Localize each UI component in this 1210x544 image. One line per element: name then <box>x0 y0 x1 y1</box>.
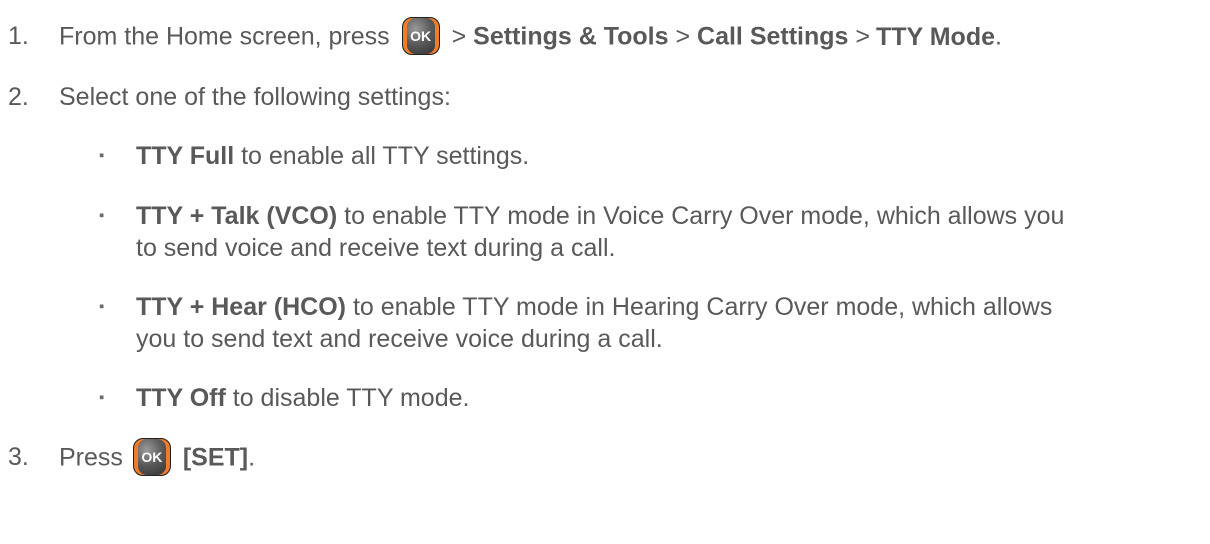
step-text: Press <box>59 443 123 472</box>
step-number: 3. <box>8 443 29 471</box>
bullet-marker: ▪ <box>99 298 105 315</box>
softkey-set: [SET] <box>182 443 249 472</box>
option-description: to disable TTY mode. <box>225 384 470 412</box>
path-separator: > <box>855 22 871 51</box>
path-separator: > <box>675 22 691 51</box>
menu-path-settings-tools: Settings & Tools <box>473 22 669 51</box>
step-number: 1. <box>8 22 29 50</box>
step-text-end: . <box>995 22 1002 51</box>
option-name: TTY Off <box>136 384 226 412</box>
step-text: Select one of the following settings: <box>59 83 451 111</box>
option-description: to enable all TTY settings. <box>234 142 530 170</box>
menu-path-tty-mode: TTY Mode <box>876 22 995 51</box>
ok-key-icon: OK <box>132 438 171 476</box>
option-description-continued: you to send text and receive voice durin… <box>136 325 663 353</box>
option-name: TTY + Hear (HCO) <box>136 293 346 321</box>
option-description-continued: to send voice and receive text during a … <box>136 234 616 262</box>
step-text: From the Home screen, press <box>59 22 390 51</box>
option-name: TTY Full <box>136 142 235 170</box>
option-name: TTY + Talk (VCO) <box>136 202 338 230</box>
option-description: to enable TTY mode in Voice Carry Over m… <box>337 202 1065 230</box>
ok-key-icon: OK <box>401 17 440 55</box>
option-description: to enable TTY mode in Hearing Carry Over… <box>346 293 1053 321</box>
step-number: 2. <box>8 83 29 111</box>
bullet-marker: ▪ <box>99 147 105 164</box>
step-text-end: . <box>248 443 256 472</box>
path-separator: > <box>451 22 467 51</box>
bullet-marker: ▪ <box>99 389 105 406</box>
bullet-marker: ▪ <box>99 207 105 224</box>
menu-path-call-settings: Call Settings <box>697 22 849 51</box>
